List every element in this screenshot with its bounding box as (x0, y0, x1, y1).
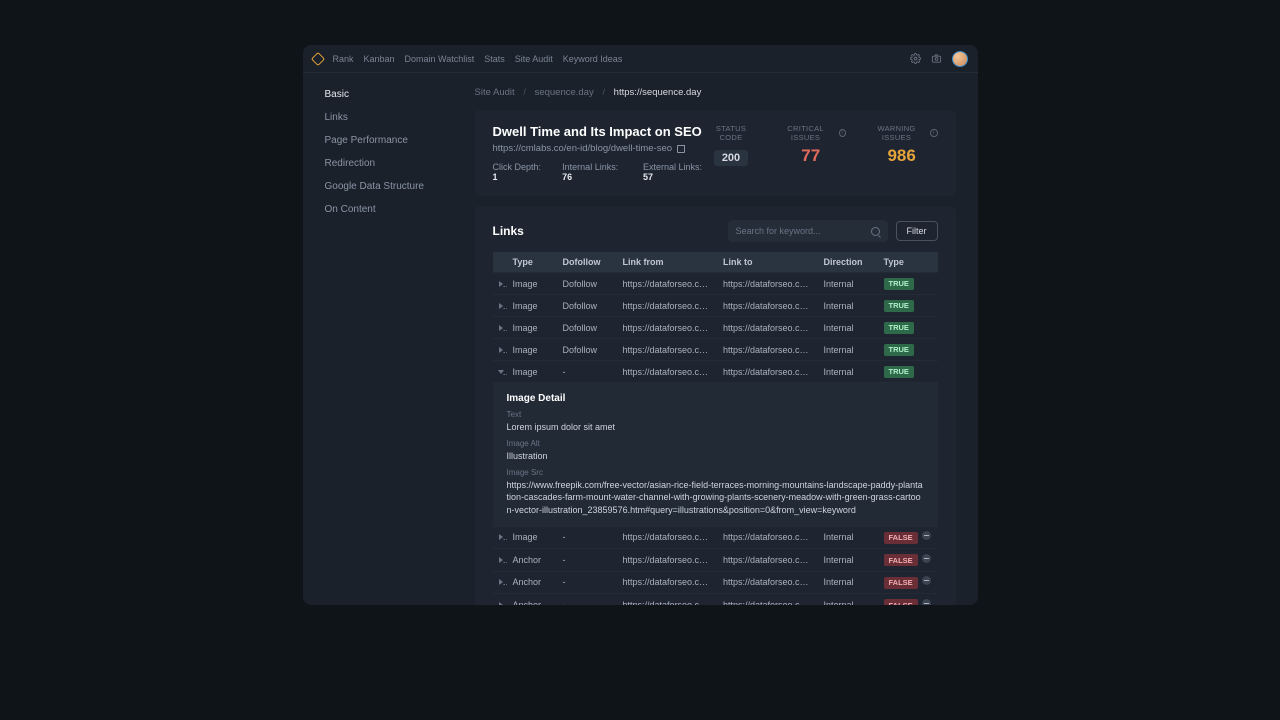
table-row[interactable]: Image-https://dataforseo.com/api...https… (493, 361, 938, 383)
status-badge: TRUE (884, 300, 914, 312)
detail-title: Image Detail (507, 393, 924, 404)
status-badge: TRUE (884, 366, 914, 378)
topnav-item[interactable]: Rank (333, 54, 354, 64)
status-badge: FALSE (884, 577, 918, 589)
table-row[interactable]: ImageDofollowhttps://dataforseo.com/api.… (493, 273, 938, 295)
stat-status-code: STATUS CODE 200 (706, 124, 755, 166)
sidebar-item[interactable]: Links (303, 106, 453, 129)
topnav-item[interactable]: Keyword Ideas (563, 54, 623, 64)
search-input[interactable]: Search for keyword... (728, 220, 888, 242)
topnav-item[interactable]: Site Audit (515, 54, 553, 64)
chevron-right-icon[interactable] (499, 579, 503, 585)
breadcrumb-item[interactable]: sequence.day (535, 87, 594, 98)
breadcrumb-current: https://sequence.day (614, 87, 702, 98)
page-summary-card: Dwell Time and Its Impact on SEO https:/… (475, 110, 956, 196)
table-row[interactable]: ImageDofollowhttps://dataforseo.com/api.… (493, 317, 938, 339)
sidebar: BasicLinksPage PerformanceRedirectionGoo… (303, 73, 453, 605)
column-header: Direction (818, 252, 878, 273)
table-row[interactable]: Anchor-https://dataforseo.com/api...http… (493, 549, 938, 572)
breadcrumb: Site Audit / sequence.day / https://sequ… (475, 87, 956, 98)
breadcrumb-item[interactable]: Site Audit (475, 87, 515, 98)
chevron-right-icon[interactable] (499, 602, 503, 605)
topnav-item[interactable]: Kanban (364, 54, 395, 64)
links-card: Links Search for keyword... Filter TypeD… (475, 206, 956, 605)
chevron-right-icon[interactable] (499, 303, 503, 309)
sidebar-item[interactable]: On Content (303, 198, 453, 221)
sidebar-item[interactable]: Google Data Structure (303, 175, 453, 198)
info-icon: i (930, 129, 937, 137)
row-detail: Image DetailTextLorem ipsum dolor sit am… (493, 383, 938, 527)
status-badge: TRUE (884, 322, 914, 334)
chevron-right-icon[interactable] (499, 281, 503, 287)
links-table: TypeDofollowLink fromLink toDirectionTyp… (493, 252, 938, 605)
chevron-right-icon[interactable] (499, 347, 503, 353)
sidebar-item[interactable]: Page Performance (303, 129, 453, 152)
table-row[interactable]: Anchor-https://dataforseo.com/api...http… (493, 571, 938, 594)
info-icon: i (839, 129, 846, 137)
filter-button[interactable]: Filter (896, 221, 938, 241)
topnav-item[interactable]: Stats (484, 54, 505, 64)
links-heading: Links (493, 224, 524, 238)
stat-warning: WARNING ISSUESi 986 (866, 124, 938, 166)
sidebar-item[interactable]: Basic (303, 83, 453, 106)
chevron-right-icon[interactable] (499, 325, 503, 331)
remove-icon[interactable] (922, 531, 931, 540)
remove-icon[interactable] (922, 576, 931, 585)
gear-icon[interactable] (910, 53, 921, 64)
logo-icon (313, 54, 323, 64)
external-link-icon (677, 145, 685, 153)
page-title: Dwell Time and Its Impact on SEO (493, 124, 707, 139)
avatar[interactable] (952, 51, 968, 67)
table-row[interactable]: Anchor-https://dataforseo.com/api...http… (493, 594, 938, 605)
table-row[interactable]: Image-https://dataforseo.com/api...https… (493, 526, 938, 549)
chevron-right-icon[interactable] (499, 534, 503, 540)
remove-icon[interactable] (922, 599, 931, 605)
topnav-item[interactable]: Domain Watchlist (405, 54, 475, 64)
column-header: Type (878, 252, 938, 273)
column-header: Link from (617, 252, 718, 273)
camera-icon[interactable] (931, 53, 942, 64)
table-row[interactable]: ImageDofollowhttps://dataforseo.com/api.… (493, 295, 938, 317)
status-badge: FALSE (884, 554, 918, 566)
status-badge: FALSE (884, 532, 918, 544)
sidebar-item[interactable]: Redirection (303, 152, 453, 175)
search-icon (871, 227, 880, 236)
column-header: Dofollow (557, 252, 617, 273)
table-row[interactable]: ImageDofollowhttps://dataforseo.com/api.… (493, 339, 938, 361)
app-shell: Rank Kanban Domain Watchlist Stats Site Audi… (303, 45, 978, 605)
chevron-down-icon[interactable] (498, 370, 504, 374)
remove-icon[interactable] (922, 554, 931, 563)
stat-critical: CRITICAL ISSUESi 77 (776, 124, 846, 166)
topbar: Rank Kanban Domain Watchlist Stats Site Audi… (303, 45, 978, 73)
page-url[interactable]: https://cmlabs.co/en-id/blog/dwell-time-… (493, 143, 686, 154)
status-badge: TRUE (884, 344, 914, 356)
status-badge: FALSE (884, 599, 918, 605)
column-header: Link to (717, 252, 818, 273)
chevron-right-icon[interactable] (499, 557, 503, 563)
status-badge: TRUE (884, 278, 914, 290)
column-header: Type (507, 252, 557, 273)
